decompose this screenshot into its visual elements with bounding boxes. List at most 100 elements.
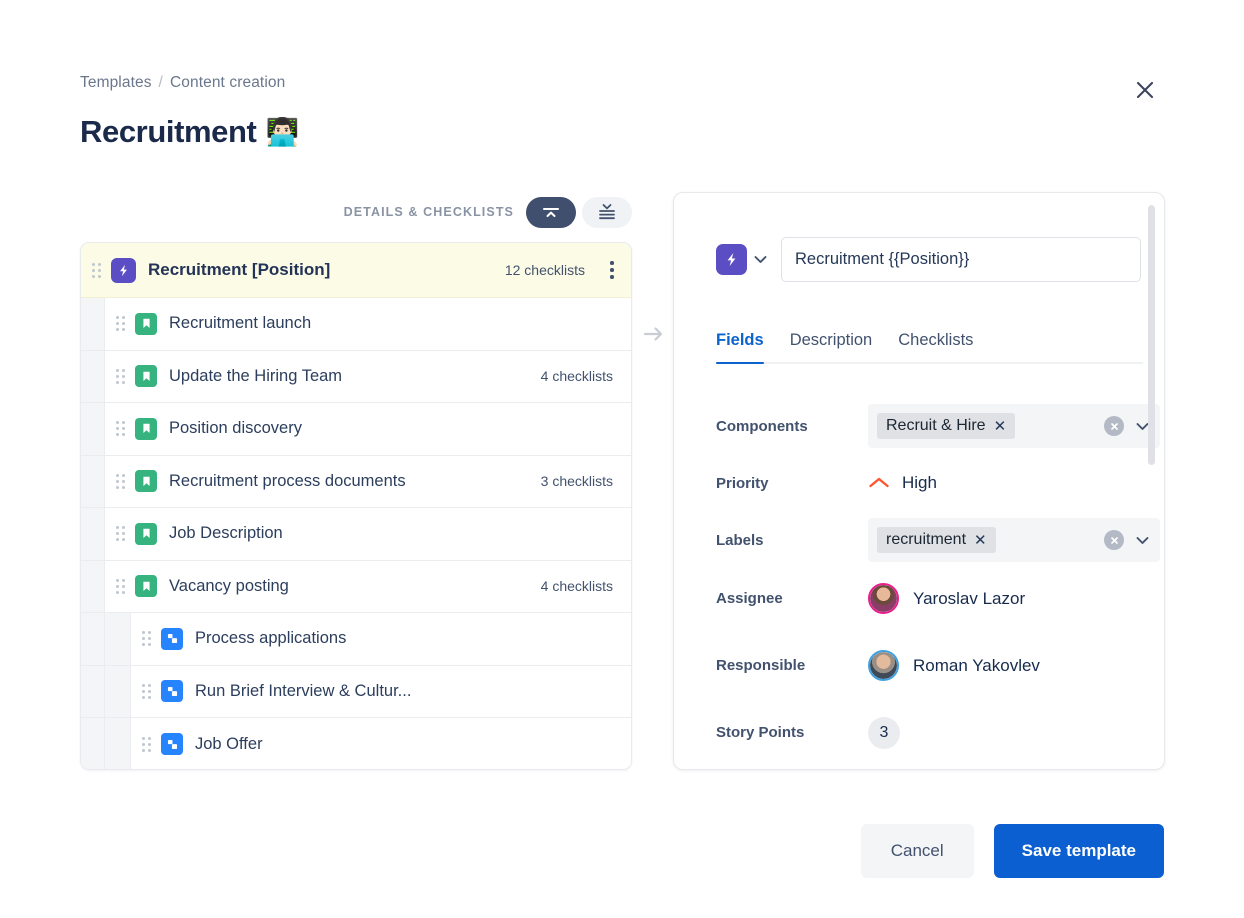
table-row[interactable]: Run Brief Interview & Cultur... — [81, 665, 631, 718]
field-label-story-points: Story Points — [716, 724, 805, 741]
indent-gutter — [81, 298, 105, 350]
table-row[interactable]: Recruitment [Position] 12 checklists — [81, 243, 631, 298]
list-toolbar: DETAILS & CHECKLISTS — [80, 190, 632, 234]
clear-field-icon[interactable] — [1104, 530, 1124, 550]
subtask-icon — [161, 680, 183, 703]
drag-dots-icon — [141, 631, 151, 647]
assignee-name: Yaroslav Lazor — [913, 588, 1026, 608]
indent-gutter — [81, 613, 105, 665]
close-button[interactable] — [1127, 72, 1163, 108]
drag-handle[interactable] — [105, 316, 135, 332]
row-checklist-count: 4 checklists — [540, 578, 613, 595]
remove-chip-icon[interactable]: ✕ — [974, 533, 987, 548]
breadcrumb-root[interactable]: Templates — [80, 74, 152, 91]
page-title: Recruitment 👨🏻‍💻 — [80, 114, 299, 150]
type-select-chevron[interactable] — [747, 247, 773, 273]
priority-control[interactable]: High — [868, 473, 937, 493]
task-tree-rows: Recruitment [Position] 12 checklists Recru… — [81, 243, 631, 769]
drag-handle[interactable] — [131, 736, 161, 752]
responsible-control[interactable]: Roman Yakovlev — [868, 650, 1040, 681]
drag-dots-icon — [91, 262, 101, 278]
row-checklist-count: 12 checklists — [504, 262, 585, 278]
component-chip[interactable]: Recruit & Hire ✕ — [877, 413, 1016, 439]
clear-field-icon[interactable] — [1104, 416, 1124, 436]
table-row[interactable]: Position discovery — [81, 403, 631, 456]
field-label-labels: Labels — [716, 531, 764, 549]
title-emoji: 👨🏻‍💻 — [265, 116, 299, 147]
table-row[interactable]: Job Offer — [81, 718, 631, 769]
row-checklist-count: 4 checklists — [540, 368, 613, 385]
save-template-button[interactable]: Save template — [993, 824, 1164, 878]
story-bookmark-icon — [135, 312, 157, 335]
row-title: Recruitment [Position] — [148, 260, 331, 279]
detail-header — [716, 237, 1141, 282]
table-row[interactable]: Process applications — [81, 613, 631, 666]
tab-fields[interactable]: Fields — [716, 331, 764, 364]
field-assignee: Assignee Yaroslav Lazor — [686, 565, 1142, 632]
label-chip-label: recruitment — [886, 531, 967, 548]
tab-checklists[interactable]: Checklists — [898, 331, 973, 362]
table-row[interactable]: Update the Hiring Team 4 checklists — [81, 350, 631, 403]
row-title: Position discovery — [169, 419, 302, 438]
collapse-all-button[interactable] — [526, 196, 576, 228]
indent-gutter — [105, 613, 131, 665]
indent-gutter — [81, 350, 105, 402]
avatar — [868, 583, 899, 614]
story-bookmark-icon — [135, 522, 157, 545]
connector-arrow — [640, 320, 668, 348]
assignee-control[interactable]: Yaroslav Lazor — [868, 583, 1025, 614]
subtask-icon — [161, 733, 183, 756]
cancel-button[interactable]: Cancel — [860, 824, 974, 878]
indent-gutter — [105, 665, 131, 717]
epic-lightning-icon — [111, 257, 136, 283]
task-detail-panel: Fields Description Checklists Components R… — [673, 192, 1165, 770]
components-control[interactable]: Recruit & Hire ✕ — [868, 404, 1160, 448]
expand-all-button[interactable] — [582, 196, 632, 228]
field-label-components: Components — [716, 417, 808, 435]
drag-dots-icon — [115, 368, 125, 384]
drag-handle[interactable] — [105, 578, 135, 594]
avatar — [868, 650, 899, 681]
task-title-input[interactable] — [781, 237, 1141, 282]
priority-value: High — [902, 473, 937, 492]
drag-handle[interactable] — [81, 262, 111, 278]
epic-type-badge[interactable] — [716, 244, 747, 275]
row-title: Update the Hiring Team — [169, 366, 343, 385]
row-title: Process applications — [195, 629, 347, 648]
table-row[interactable]: Recruitment process documents 3 checklist… — [81, 455, 631, 508]
label-chip[interactable]: recruitment ✕ — [877, 527, 996, 553]
labels-chevron[interactable] — [1132, 536, 1152, 545]
row-title: Recruitment process documents — [169, 471, 406, 490]
drag-handle[interactable] — [105, 526, 135, 542]
drag-handle[interactable] — [131, 683, 161, 699]
row-title: Job Offer — [195, 734, 263, 753]
drag-handle[interactable] — [105, 368, 135, 384]
toolbar-label: DETAILS & CHECKLISTS — [343, 205, 514, 219]
labels-control[interactable]: recruitment ✕ — [868, 518, 1160, 562]
drag-handle[interactable] — [131, 631, 161, 647]
drag-dots-icon — [115, 473, 125, 489]
remove-chip-icon[interactable]: ✕ — [994, 419, 1007, 434]
drag-handle[interactable] — [105, 421, 135, 437]
field-label-assignee: Assignee — [716, 590, 783, 607]
field-labels: Labels recruitment ✕ — [686, 515, 1160, 565]
clear-x-glyph — [1110, 422, 1118, 430]
tab-description[interactable]: Description — [790, 331, 873, 362]
breadcrumb-current[interactable]: Content creation — [170, 74, 285, 91]
detail-panel-scrollbar[interactable] — [1148, 205, 1155, 465]
row-menu-icon[interactable] — [599, 255, 625, 285]
table-row[interactable]: Recruitment launch — [81, 298, 631, 351]
table-row[interactable]: Job Description — [81, 508, 631, 561]
drag-dots-icon — [115, 421, 125, 437]
chevron-down-icon — [1136, 536, 1148, 544]
indent-gutter — [81, 508, 105, 560]
chevron-down-icon — [754, 256, 766, 263]
arrow-right-icon — [643, 327, 663, 341]
drag-handle[interactable] — [105, 473, 135, 489]
table-row[interactable]: Vacancy posting 4 checklists — [81, 560, 631, 613]
story-points-value[interactable]: 3 — [868, 716, 900, 749]
field-responsible: Responsible Roman Yakovlev — [686, 632, 1142, 699]
chevron-down-icon — [1136, 422, 1148, 430]
field-story-points: Story Points 3 — [686, 699, 1142, 766]
indent-gutter — [105, 718, 131, 769]
